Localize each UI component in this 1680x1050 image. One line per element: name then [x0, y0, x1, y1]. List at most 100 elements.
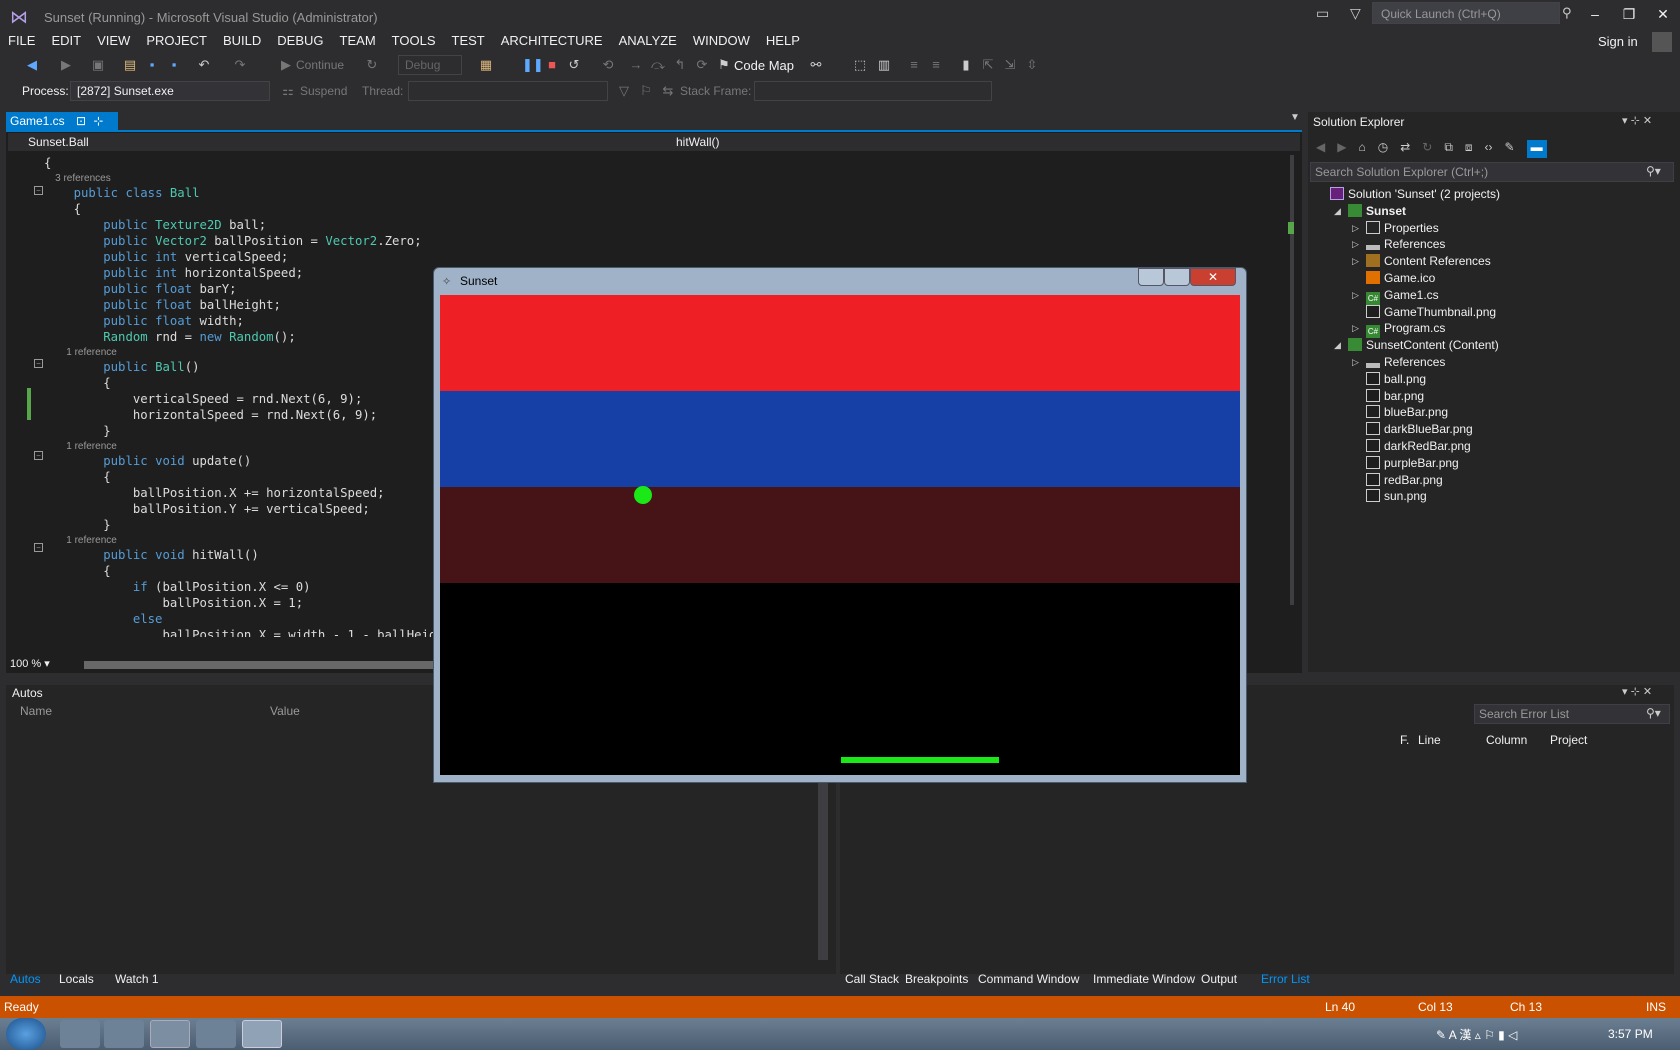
chrome-taskbar-icon[interactable] [104, 1020, 144, 1048]
tab-locals[interactable]: Locals [59, 972, 94, 986]
clear-bookmarks-icon[interactable]: ⇳ [1024, 57, 1040, 73]
step-back-icon[interactable]: ⟳ [694, 57, 710, 73]
find-icon[interactable]: ⬚ [852, 57, 868, 73]
tree-item[interactable]: blueBar.png [1366, 405, 1448, 423]
menu-view[interactable]: VIEW [89, 30, 138, 52]
quick-launch-input[interactable]: Quick Launch (Ctrl+Q) [1372, 2, 1560, 24]
bookmark-icon[interactable]: ▮ [958, 57, 974, 73]
restart-icon[interactable]: ↺ [566, 57, 582, 73]
collapse-class-icon[interactable]: − [34, 186, 43, 195]
back-icon[interactable]: ◀ [1316, 140, 1325, 158]
tab-output[interactable]: Output [1201, 972, 1237, 986]
maximize-button[interactable]: ❐ [1614, 4, 1644, 26]
menu-edit[interactable]: EDIT [43, 30, 89, 52]
type-navigation-dropdown[interactable]: Sunset.Ball [8, 133, 656, 151]
member-navigation-dropdown[interactable]: hitWall() [656, 133, 1300, 151]
error-column-header[interactable]: Project [1550, 733, 1587, 747]
properties-wrench-icon[interactable]: ✎ [1505, 140, 1515, 158]
menu-build[interactable]: BUILD [215, 30, 269, 52]
home-icon[interactable]: ⌂ [1358, 140, 1365, 158]
break-all-icon[interactable]: ❚❚ [522, 57, 544, 73]
tree-item[interactable]: Solution 'Sunset' (2 projects) [1330, 187, 1500, 205]
tree-item[interactable]: redBar.png [1366, 472, 1443, 491]
prev-bookmark-icon[interactable]: ⇱ [980, 57, 996, 73]
layout-icon[interactable]: ▥ [876, 57, 892, 73]
expand-call-stack-icon[interactable]: ⇆ [660, 83, 676, 99]
feedback-icon[interactable]: ▭ [1316, 5, 1329, 22]
configuration-dropdown[interactable]: Debug [398, 55, 462, 75]
tree-item[interactable]: darkBlueBar.png [1366, 422, 1473, 440]
tab-breakpoints[interactable]: Breakpoints [905, 972, 968, 986]
tree-item[interactable]: sun.png [1366, 489, 1427, 507]
tab-command-window[interactable]: Command Window [978, 972, 1079, 986]
thread-dropdown[interactable] [408, 81, 608, 101]
tab-error-list[interactable]: Error List [1261, 972, 1310, 986]
stack-frame-dropdown[interactable] [754, 81, 992, 101]
step-out-icon[interactable]: ↰ [672, 57, 688, 73]
game-minimize-button[interactable] [1138, 268, 1164, 286]
menu-tools[interactable]: TOOLS [384, 30, 444, 52]
close-button[interactable]: ✕ [1648, 4, 1678, 26]
panel-menu-icon[interactable]: ▾ ⊹ ✕ [1622, 114, 1652, 127]
start-button[interactable] [6, 1018, 46, 1050]
continue-button[interactable]: Continue [296, 58, 344, 72]
game-close-button[interactable]: ✕ [1190, 268, 1236, 286]
tree-item[interactable]: bar.png [1366, 388, 1424, 407]
tab-overflow-icon[interactable]: ▼ [1290, 112, 1300, 123]
sunset-game-taskbar-icon[interactable] [242, 1020, 282, 1048]
tree-item[interactable]: ◢ SunsetContent (Content) [1334, 338, 1499, 356]
collapse-all-icon[interactable]: ⧉ [1444, 140, 1453, 158]
menu-team[interactable]: TEAM [332, 30, 384, 52]
save-all-icon[interactable]: ▪ [166, 57, 182, 73]
tab-immediate-window[interactable]: Immediate Window [1093, 972, 1195, 986]
step-over-icon[interactable]: ⤼ [650, 57, 666, 73]
menu-test[interactable]: TEST [444, 30, 493, 52]
expand-arrow-icon[interactable]: ▷ [1352, 290, 1360, 301]
refresh-icon[interactable]: ↻ [364, 57, 380, 73]
error-column-header[interactable]: Line [1418, 733, 1441, 747]
panel-menu-icon[interactable]: ▾ ⊹ ✕ [1622, 685, 1652, 698]
comment-icon[interactable]: ≡ [906, 57, 922, 73]
game-maximize-button[interactable] [1164, 268, 1190, 286]
user-avatar-icon[interactable] [1652, 32, 1672, 52]
menu-debug[interactable]: DEBUG [269, 30, 331, 52]
tree-item[interactable]: ▷ References [1352, 355, 1445, 373]
expand-arrow-icon[interactable]: ▷ [1352, 239, 1360, 250]
preview-selected-icon[interactable]: ▬ [1526, 140, 1547, 158]
codelens-reference-count[interactable]: 3 references [44, 171, 1284, 185]
collapse-arrow-icon[interactable]: ◢ [1334, 340, 1342, 351]
menu-help[interactable]: HELP [758, 30, 808, 52]
code-map-icon[interactable]: ⚑ [716, 57, 732, 73]
new-project-icon[interactable]: ▣ [90, 57, 106, 73]
collapse-arrow-icon[interactable]: ◢ [1334, 206, 1342, 217]
menu-window[interactable]: WINDOW [685, 30, 758, 52]
open-file-icon[interactable]: ▤ [122, 57, 138, 73]
forward-icon[interactable]: ▶ [58, 57, 74, 73]
collapse-method-icon[interactable]: − [34, 451, 43, 460]
refresh-icon[interactable]: ↻ [1422, 140, 1432, 158]
menu-analyze[interactable]: ANALYZE [611, 30, 685, 52]
view-code-icon[interactable]: ‹› [1485, 140, 1493, 158]
minimize-button[interactable]: – [1580, 4, 1610, 26]
tree-item[interactable]: purpleBar.png [1366, 455, 1459, 474]
code-map-button[interactable]: Code Map [734, 58, 794, 73]
sync-icon[interactable]: ⇄ [1400, 140, 1410, 158]
flag-thread-icon[interactable]: ⚐ [638, 83, 654, 99]
expand-arrow-icon[interactable]: ▷ [1352, 357, 1360, 368]
code-map-options-icon[interactable]: ⚯ [808, 57, 824, 73]
continue-icon[interactable]: ▶ [278, 57, 294, 73]
system-tray-icons[interactable]: ✎ A 漢 ▵ ⚐ ▮ ◁ [1436, 1026, 1517, 1043]
tree-item[interactable]: ▷ References [1352, 237, 1445, 255]
menu-project[interactable]: PROJECT [138, 30, 215, 52]
stop-debugging-icon[interactable]: ■ [544, 57, 560, 73]
process-dropdown[interactable]: [2872] Sunset.exe [70, 81, 270, 101]
pending-changes-icon[interactable]: ◷ [1378, 140, 1388, 158]
tab-call-stack[interactable]: Call Stack [845, 972, 899, 986]
expand-arrow-icon[interactable]: ▷ [1352, 256, 1360, 267]
undo-icon[interactable]: ↶ [196, 57, 212, 73]
search-icon[interactable]: ⚲▾ [1646, 164, 1661, 178]
search-icon[interactable]: ⚲ [1562, 5, 1572, 21]
expand-arrow-icon[interactable]: ▷ [1352, 323, 1360, 334]
error-column-header[interactable]: Column [1486, 733, 1527, 747]
collapse-method-icon[interactable]: − [34, 359, 43, 368]
